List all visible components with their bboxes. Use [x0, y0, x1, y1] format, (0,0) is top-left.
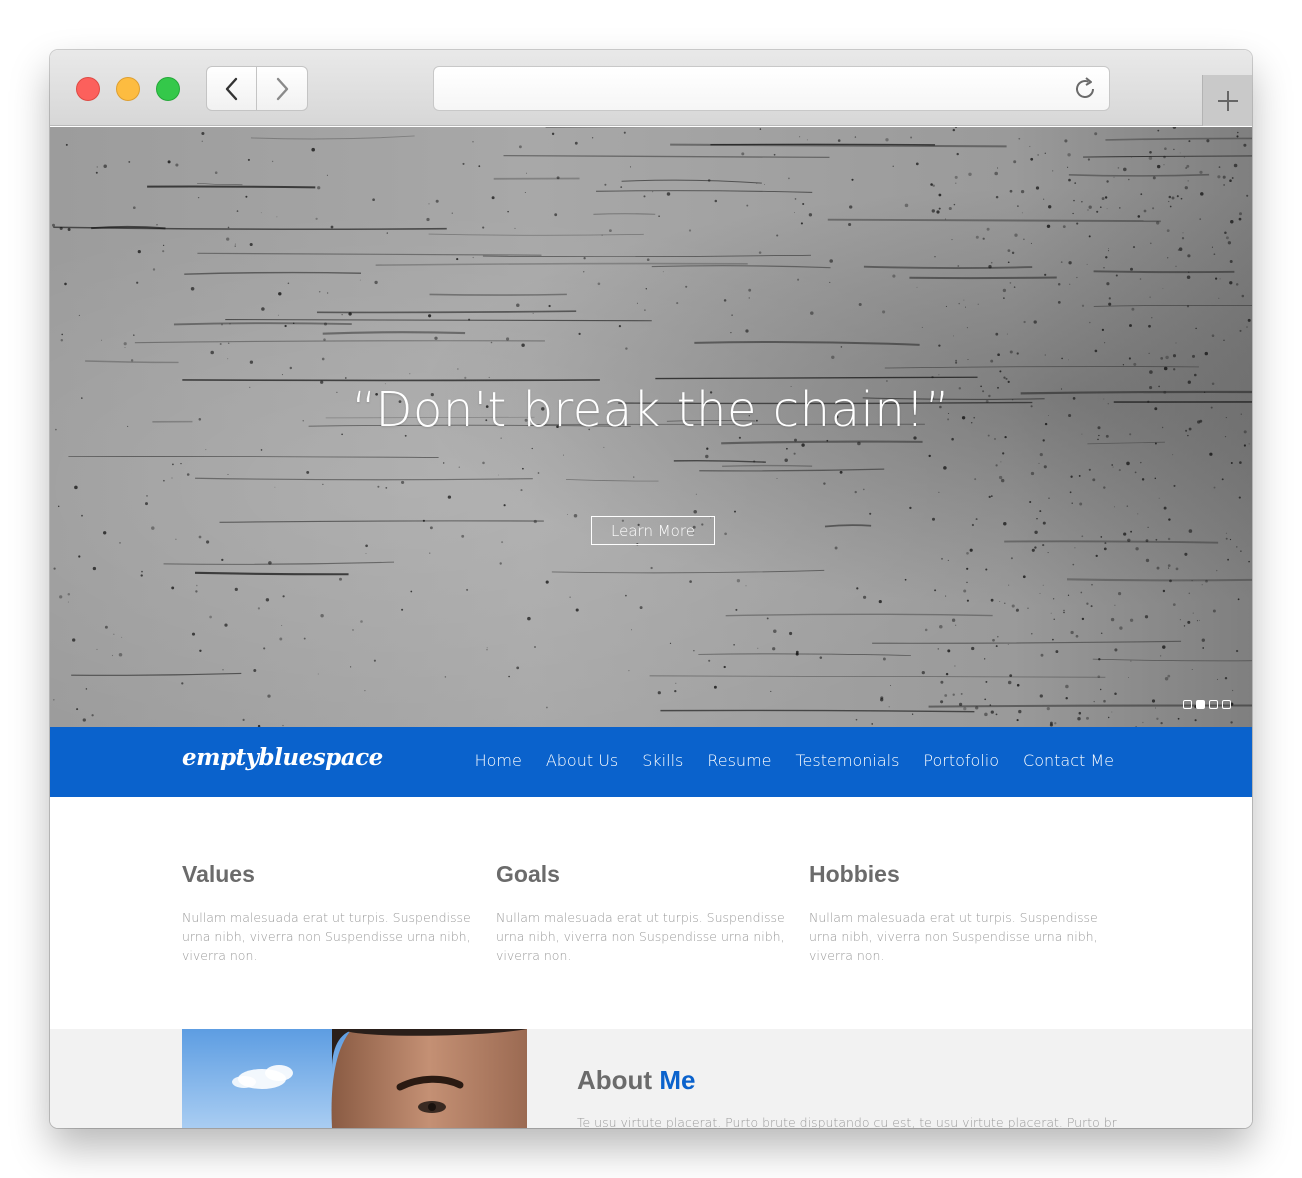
feature-text: Nullam malesuada erat ut turpis. Suspend…	[496, 910, 785, 963]
feature-hobbies: Hobbies Nullam malesuada erat ut turpis.…	[809, 861, 1109, 965]
menu-item-portofolio[interactable]: Portofolio	[923, 751, 999, 770]
reload-icon[interactable]	[1071, 75, 1099, 103]
menu-item-contact-me[interactable]: Contact Me	[1023, 751, 1114, 770]
minimize-window-button[interactable]	[116, 77, 140, 101]
about-title-plain: About	[577, 1065, 653, 1095]
new-tab-button[interactable]	[1202, 75, 1252, 126]
back-button[interactable]	[206, 66, 257, 111]
site-navbar: emptybluespace Home About Us Skills Resu…	[50, 727, 1252, 797]
site-logo[interactable]: emptybluespace	[182, 744, 383, 771]
menu-item-testemonials[interactable]: Testemonials	[796, 751, 900, 770]
about-title-accent: Me	[659, 1065, 696, 1095]
slider-dot[interactable]	[1183, 700, 1192, 709]
about-section: About Me Te usu virtute placerat. Purto …	[50, 1029, 1252, 1128]
feature-title: Hobbies	[809, 861, 900, 887]
address-bar[interactable]	[433, 66, 1110, 111]
feature-text: Nullam malesuada erat ut turpis. Suspend…	[809, 910, 1098, 963]
menu-item-resume[interactable]: Resume	[707, 751, 771, 770]
slider-dot[interactable]	[1222, 700, 1231, 709]
about-title: About Me	[577, 1065, 695, 1096]
main-menu: Home About Us Skills Resume Testemonials…	[475, 751, 1114, 770]
features-section: Values Nullam malesuada erat ut turpis. …	[50, 797, 1252, 1029]
hero-quote: “Don't break the chain!”	[351, 382, 951, 438]
browser-window: “Don't break the chain!” Learn More empt…	[50, 50, 1252, 1128]
slider-dot[interactable]	[1209, 700, 1218, 709]
feature-values: Values Nullam malesuada erat ut turpis. …	[182, 861, 482, 965]
about-text: Te usu virtute placerat. Purto brute dis…	[577, 1115, 1117, 1128]
menu-item-skills[interactable]: Skills	[642, 751, 683, 770]
feature-title: Values	[182, 861, 255, 887]
close-window-button[interactable]	[76, 77, 100, 101]
learn-more-button[interactable]: Learn More	[591, 516, 715, 545]
forward-button[interactable]	[257, 66, 308, 111]
hero-banner: “Don't break the chain!” Learn More	[50, 127, 1252, 727]
plus-icon	[1217, 90, 1238, 111]
feature-text: Nullam malesuada erat ut turpis. Suspend…	[182, 910, 471, 963]
feature-title: Goals	[496, 861, 560, 887]
slider-dot[interactable]	[1196, 700, 1205, 709]
chevron-right-icon	[276, 77, 289, 100]
menu-item-about-us[interactable]: About Us	[546, 751, 618, 770]
chevron-left-icon	[225, 77, 237, 100]
profile-photo	[182, 1029, 527, 1128]
menu-item-home[interactable]: Home	[475, 751, 522, 770]
maximize-window-button[interactable]	[156, 77, 180, 101]
slider-pagination	[1183, 700, 1231, 709]
browser-toolbar	[50, 50, 1252, 126]
feature-goals: Goals Nullam malesuada erat ut turpis. S…	[496, 861, 796, 965]
